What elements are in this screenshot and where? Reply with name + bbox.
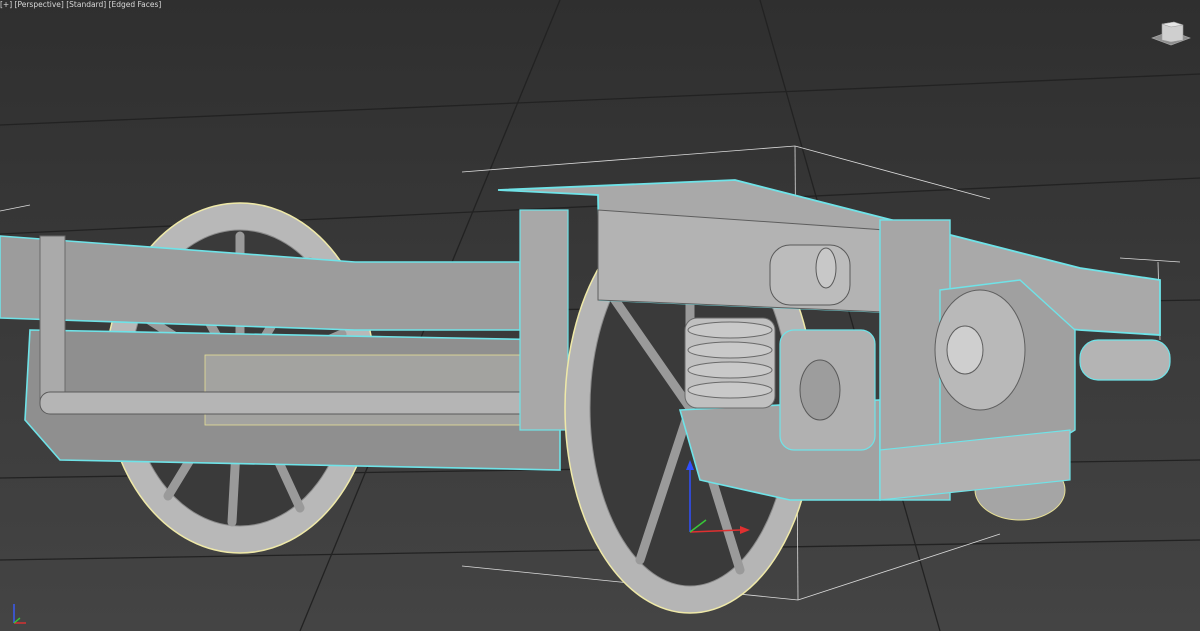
scene-canvas[interactable] — [0, 0, 1200, 631]
viewport-menu-button[interactable]: [+] — [0, 0, 12, 9]
perspective-viewport[interactable]: [+] [Perspective] [Standard] [Edged Face… — [0, 0, 1200, 631]
view-point-button[interactable]: [Perspective] — [15, 0, 64, 9]
world-axis-tripod-icon — [13, 604, 26, 624]
display-mode-button[interactable]: [Edged Faces] — [109, 0, 162, 9]
viewcube-icon[interactable] — [1150, 18, 1192, 48]
shading-mode-button[interactable]: [Standard] — [66, 0, 106, 9]
viewport-label-bar: [+] [Perspective] [Standard] [Edged Face… — [0, 0, 161, 10]
